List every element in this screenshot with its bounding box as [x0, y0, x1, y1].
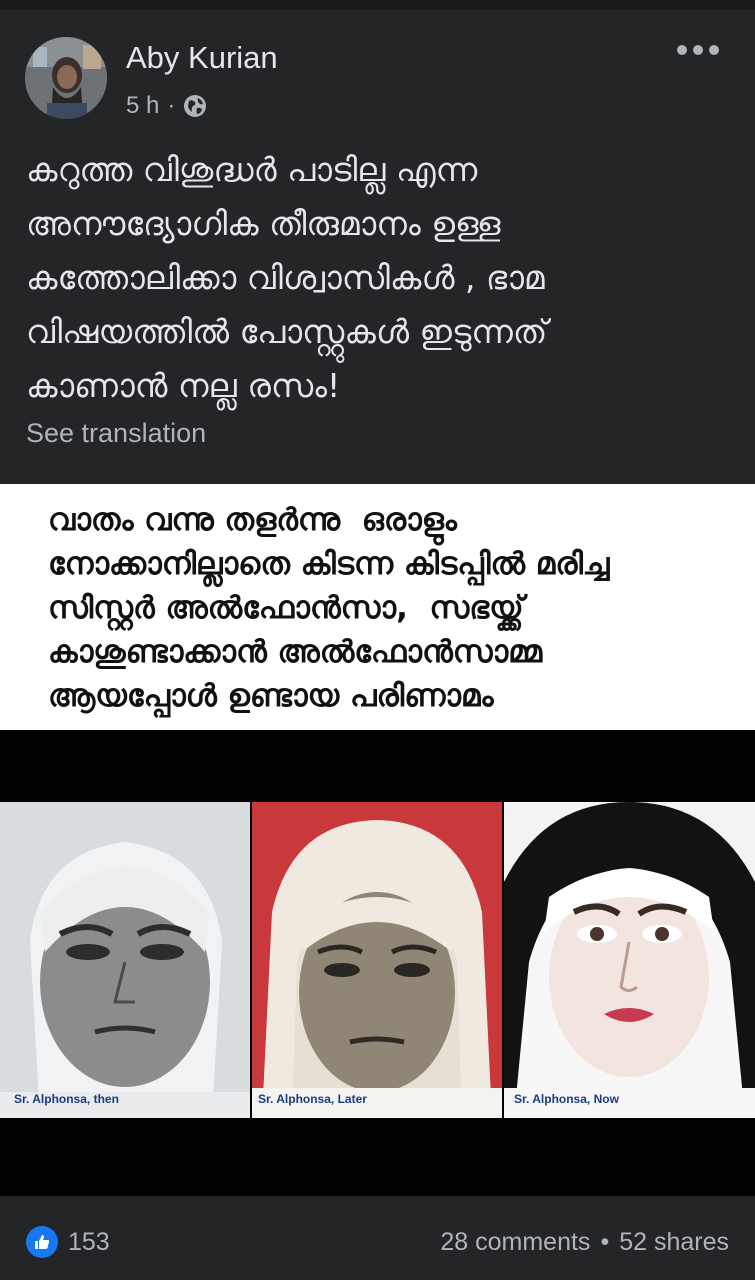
image-quote-box: വാതം വന്നു തളർന്നു ഒരാളും നോക്കാനില്ലാതെ…	[26, 484, 726, 730]
portrait-now: Sr. Alphonsa, Now	[504, 802, 755, 1118]
portrait-later: Sr. Alphonsa, Later	[252, 802, 502, 1118]
comments-count[interactable]: 28 comments	[440, 1228, 590, 1257]
top-bar	[0, 0, 755, 10]
post-image[interactable]: വാതം വന്നു തളർന്നു ഒരാളും നോക്കാനില്ലാതെ…	[0, 484, 755, 1196]
post-meta: 5 h ·	[126, 92, 207, 120]
meta-separator: ·	[167, 92, 176, 119]
stats-separator: •	[600, 1228, 610, 1256]
see-translation-link[interactable]: See translation	[26, 418, 206, 449]
image-quote-text: വാതം വന്നു തളർന്നു ഒരാളും നോക്കാനില്ലാതെ…	[48, 502, 610, 714]
portrait-then: Sr. Alphonsa, then	[0, 802, 250, 1118]
portrait-caption: Sr. Alphonsa, Later	[258, 1092, 367, 1106]
image-margin-right	[726, 484, 755, 730]
post-footer: 153 28 comments • 52 shares	[0, 1196, 755, 1280]
avatar[interactable]	[25, 37, 107, 119]
like-icon	[26, 1226, 58, 1258]
post-header: Aby Kurian 5 h ·	[0, 10, 755, 130]
author-name[interactable]: Aby Kurian	[126, 40, 278, 76]
portrait-caption: Sr. Alphonsa, then	[14, 1092, 119, 1106]
reactions-summary[interactable]: 153	[26, 1226, 110, 1258]
post-text: കറുത്ത വിശുദ്ധർ പാടില്ല എന്ന അനൗദ്യോഗിക …	[26, 150, 548, 405]
shares-count[interactable]: 52 shares	[619, 1228, 729, 1257]
portrait-row: Sr. Alphonsa, then Sr. Alphonsa, Later S…	[0, 802, 755, 1118]
post-time[interactable]: 5 h	[126, 92, 159, 120]
globe-icon	[184, 95, 207, 117]
image-margin-left	[0, 484, 26, 730]
more-options-icon[interactable]	[677, 40, 719, 60]
reaction-count: 153	[68, 1227, 110, 1256]
engagement-stats: 28 comments • 52 shares	[440, 1228, 729, 1257]
portrait-caption: Sr. Alphonsa, Now	[514, 1092, 619, 1106]
